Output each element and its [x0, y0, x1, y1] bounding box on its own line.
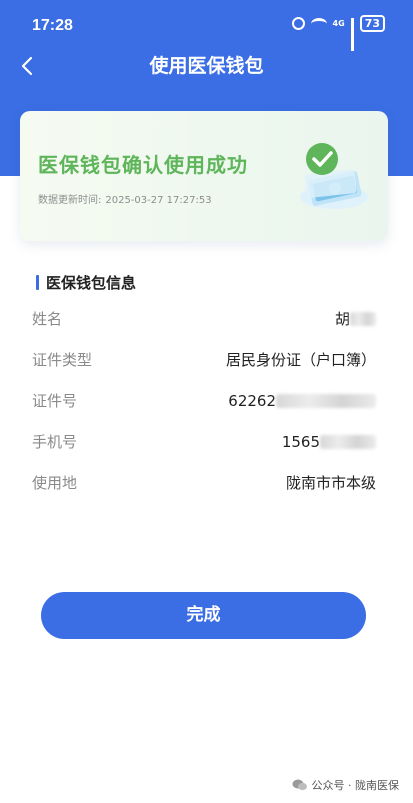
id-type-label: 证件类型 [32, 351, 93, 369]
success-wallet-illustration [300, 143, 368, 209]
redacted-mask [350, 312, 376, 326]
location-label: 使用地 [32, 474, 78, 492]
update-time-value: 2025-03-27 17:27:53 [105, 195, 212, 206]
wechat-icon [292, 779, 307, 791]
update-time: 数据更新时间: 2025-03-27 17:27:53 [38, 191, 216, 206]
battery-icon: 73 [359, 15, 385, 32]
name-value: 胡 [335, 307, 376, 331]
done-button[interactable]: 完成 [41, 592, 366, 639]
phone-value-text: 1565 [281, 433, 320, 451]
redacted-mask [276, 394, 376, 408]
name-label: 姓名 [32, 310, 63, 328]
section-title: 医保钱包信息 [46, 274, 137, 292]
id-type-value: 居民身份证（户口簿） [225, 351, 376, 369]
id-number-label: 证件号 [32, 392, 78, 410]
info-row-id-type: 证件类型 居民身份证（户口簿） [32, 348, 376, 372]
footer-text: 公众号 · 陇南医保 [311, 779, 400, 792]
success-card: 医保钱包确认使用成功 数据更新时间: 2025-03-27 17:27:53 [20, 111, 388, 241]
info-row-location: 使用地 陇南市市本级 [32, 471, 376, 495]
page-title: 使用医保钱包 [149, 55, 264, 77]
info-row-phone: 手机号 1565 [32, 430, 376, 454]
name-value-text: 胡 [334, 310, 350, 328]
alarm-icon [291, 17, 305, 30]
status-icons: 4G 73 [291, 15, 385, 51]
update-time-label: 数据更新时间: [38, 195, 102, 206]
info-row-name: 姓名 胡 [32, 307, 376, 331]
id-number-value-text: 62262 [228, 392, 276, 410]
status-time: 17:28 [32, 17, 73, 34]
signal-icon [350, 17, 354, 51]
footer-watermark: 公众号 · 陇南医保 [292, 777, 400, 793]
phone-label: 手机号 [32, 433, 78, 451]
redacted-mask [320, 435, 376, 449]
info-row-id-number: 证件号 62262 [32, 389, 376, 413]
wifi-icon [310, 17, 327, 30]
location-value: 陇南市市本级 [285, 474, 376, 492]
status-bar: 17:28 4G 73 [0, 0, 413, 51]
phone-value: 1565 [282, 430, 376, 454]
success-title: 医保钱包确认使用成功 [38, 153, 248, 177]
id-number-value: 62262 [228, 389, 376, 413]
network-type: 4G [332, 18, 345, 28]
